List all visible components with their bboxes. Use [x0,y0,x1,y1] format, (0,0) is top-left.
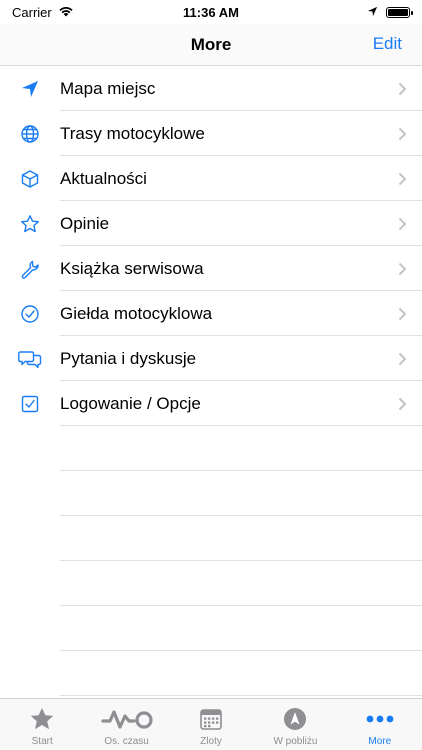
empty-list-row [0,651,422,696]
star-icon [0,201,60,246]
status-time: 11:36 AM [183,4,239,20]
cube-icon [0,156,60,201]
wrench-icon [0,246,60,291]
tab-label: More [368,736,392,747]
menu-item-mapa-miejsc[interactable]: Mapa miejsc [0,66,422,111]
star-filled-icon [29,704,55,734]
menu-item-pytania-i-dyskusje[interactable]: Pytania i dyskusje [0,336,422,381]
checkbox-icon [0,381,60,426]
chevron-right-icon [382,397,422,411]
menu-item-gielda-motocyklowa[interactable]: Giełda motocyklowa [0,291,422,336]
tab-more[interactable]: More [338,699,422,750]
tab-label: Start [31,736,53,747]
tab-label: Os. czasu [104,736,149,747]
battery-icon [386,6,413,18]
chevron-right-icon [382,127,422,141]
menu-item-label: Książka serwisowa [60,258,204,278]
tab-start[interactable]: Start [0,699,84,750]
menu-item-label: Mapa miejsc [60,78,156,98]
chat-bubbles-icon [0,336,60,381]
chevron-right-icon [382,352,422,366]
check-circle-icon [0,291,60,336]
wifi-icon [58,5,74,20]
edit-button[interactable]: Edit [373,34,402,54]
chevron-right-icon [382,82,422,96]
carrier-label: Carrier [12,4,52,20]
status-left: Carrier [12,5,152,20]
more-dots-icon [366,704,394,734]
menu-item-label: Giełda motocyklowa [60,303,213,323]
location-arrow-icon [0,66,60,111]
status-bar: Carrier 11:36 AM [0,0,422,24]
chevron-right-icon [382,217,422,231]
empty-list-row [0,561,422,606]
empty-list-row [0,606,422,651]
tab-label: Zloty [200,736,222,747]
page-title: More [190,34,232,54]
menu-item-label: Aktualności [60,168,147,188]
tab-label: W pobliżu [273,736,318,747]
empty-list-row [0,426,422,471]
chevron-right-icon [382,262,422,276]
status-right [270,5,413,20]
calendar-icon [199,704,223,734]
tab-w-poblizu[interactable]: W pobliżu [253,699,337,750]
chevron-right-icon [382,307,422,321]
tab-os-czasu[interactable]: Os. czasu [84,699,168,750]
more-menu-list: Mapa miejsc Trasy motocyklowe Aktualnośc… [0,66,422,696]
empty-list-row [0,471,422,516]
menu-item-ksiazka-serwisowa[interactable]: Książka serwisowa [0,246,422,291]
location-services-icon [367,5,378,20]
menu-item-trasy-motocyklowe[interactable]: Trasy motocyklowe [0,111,422,156]
compass-icon [283,704,307,734]
menu-item-opinie[interactable]: Opinie [0,201,422,246]
menu-item-logowanie-opcje[interactable]: Logowanie / Opcje [0,381,422,426]
globe-icon [0,111,60,156]
chevron-right-icon [382,172,422,186]
empty-list-row [0,516,422,561]
menu-item-label: Logowanie / Opcje [60,393,201,413]
menu-item-aktualnosci[interactable]: Aktualności [0,156,422,201]
tab-zloty[interactable]: Zloty [169,699,253,750]
navigation-bar: More Edit [0,24,422,66]
tab-bar: Start Os. czasu Zloty W pobliżu More [0,698,422,750]
menu-item-label: Trasy motocyklowe [60,123,205,143]
pulse-icon [101,704,153,734]
menu-item-label: Pytania i dyskusje [60,348,197,368]
menu-item-label: Opinie [60,213,110,233]
